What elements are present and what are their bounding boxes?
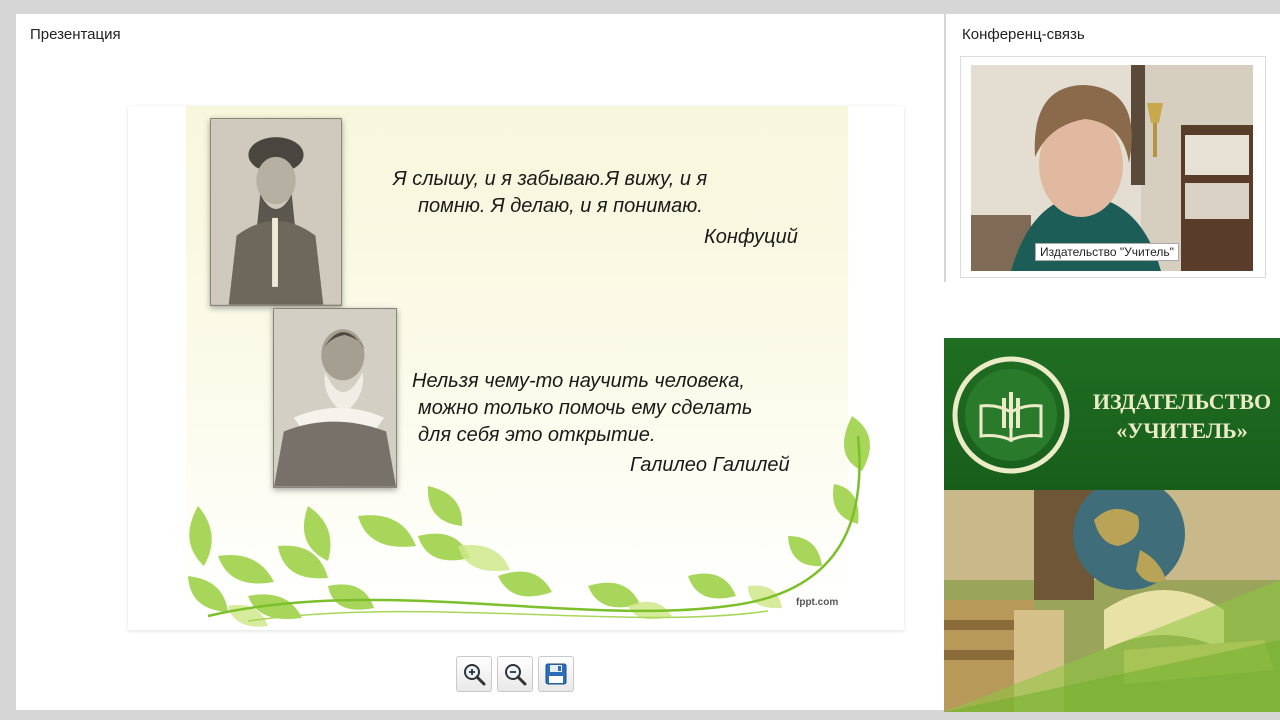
quote-2-author: Галилео Галилей (630, 454, 790, 476)
conference-title: Конференц-связь (962, 26, 1085, 43)
quote-1-line-1: Я слышу, и я забываю.Я вижу, и я (393, 168, 708, 190)
presentation-toolbar (456, 656, 574, 692)
zoom-in-button[interactable] (456, 656, 492, 692)
publisher-banner: ИЗДАТЕЛЬСТВО «УЧИТЕЛЬ» (944, 338, 1280, 490)
zoom-out-icon (505, 664, 527, 686)
quote-1-line-2: помню. Я делаю, и я понимаю. (418, 195, 703, 217)
publisher-name-line-1: ИЗДАТЕЛЬСТВО (1092, 389, 1272, 414)
presentation-slide: Я слышу, и я забываю.Я вижу, и я помню. … (128, 106, 904, 630)
zoom-in-icon (464, 664, 486, 686)
video-frame: Издательство "Учитель" (960, 56, 1266, 278)
zoom-out-button[interactable] (497, 656, 533, 692)
presentation-panel: Презентация Я слышу, и я забываю.Я вижу,… (16, 14, 944, 710)
quote-1-author: Конфуций (704, 226, 798, 248)
presentation-title: Презентация (30, 26, 121, 43)
publisher-logo-icon (952, 356, 1070, 474)
save-icon (545, 663, 567, 685)
conference-panel: Конференц-связь Издательство "Учитель" (946, 14, 1280, 282)
video-caption: Издательство "Учитель" (1035, 243, 1179, 261)
galileo-portrait (273, 308, 397, 488)
save-button[interactable] (538, 656, 574, 692)
spacer (944, 282, 1280, 338)
quote-2-line-1: Нельзя чему-то научить человека, (412, 370, 745, 392)
slide-watermark: fppt.com (796, 597, 839, 608)
quote-2-line-3: для себя это открытие. (418, 424, 656, 446)
quote-2-line-2: можно только помочь ему сделать (418, 397, 753, 419)
publisher-name-line-2: «УЧИТЕЛЬ» (1116, 418, 1248, 443)
publisher-name: ИЗДАТЕЛЬСТВО «УЧИТЕЛЬ» (1090, 387, 1274, 445)
books-image (944, 490, 1280, 712)
video-feed[interactable]: Издательство "Учитель" (971, 65, 1253, 271)
confucius-portrait (210, 118, 342, 306)
